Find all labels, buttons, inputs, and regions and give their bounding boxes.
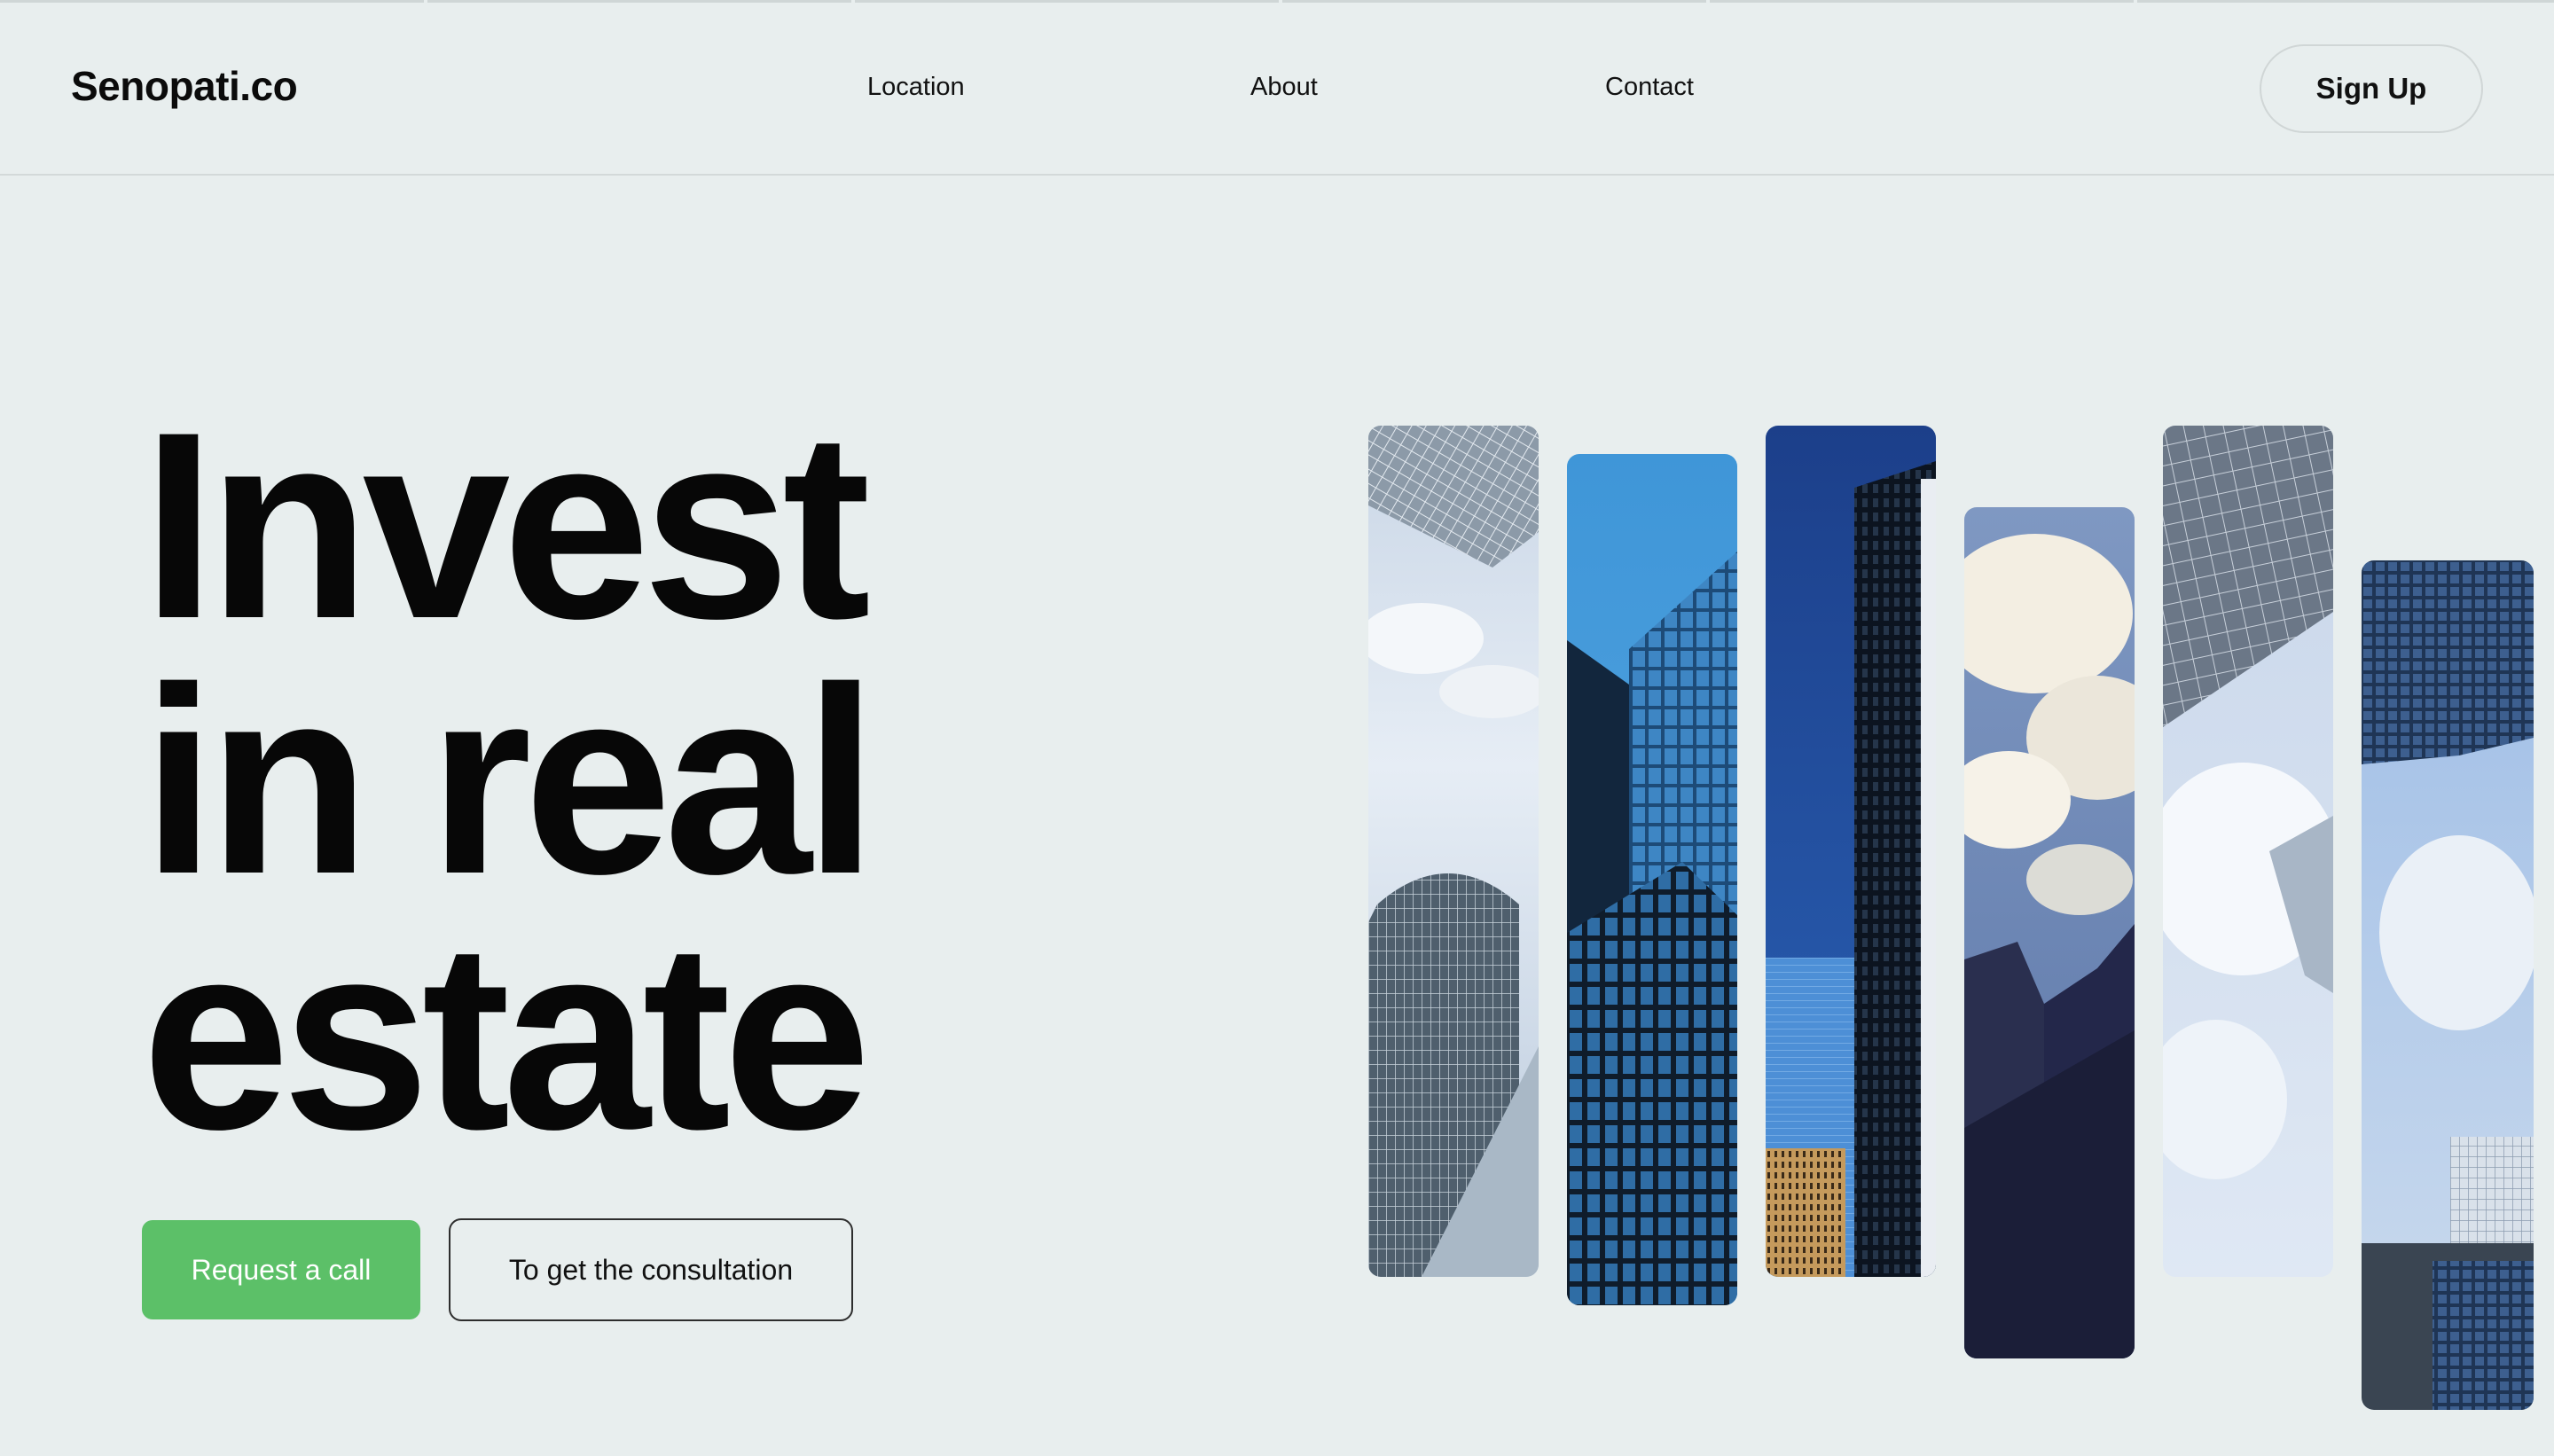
- sign-up-button[interactable]: Sign Up: [2260, 44, 2483, 133]
- site-header: Senopati.co Location About Contact Sign …: [0, 0, 2554, 176]
- building-image-4: [1964, 507, 2135, 1358]
- building-image-2: [1567, 454, 1737, 1305]
- logo[interactable]: Senopati.co: [71, 62, 298, 110]
- hero-title: Invest in real estate: [142, 376, 878, 1185]
- building-image-3: [1766, 426, 1936, 1277]
- building-image-5: [2163, 426, 2333, 1277]
- building-image-1: [1368, 426, 1539, 1277]
- building-image-6: [2362, 560, 2534, 1410]
- hero-title-line-2: in real: [142, 631, 878, 929]
- hero-title-line-1: Invest: [142, 376, 871, 674]
- hero-title-line-3: estate: [142, 887, 871, 1185]
- consultation-button[interactable]: To get the consultation: [449, 1218, 853, 1321]
- nav-link-about[interactable]: About: [1250, 73, 1318, 102]
- landing-page: Senopati.co Location About Contact Sign …: [0, 0, 2554, 1456]
- nav-link-location[interactable]: Location: [867, 73, 965, 102]
- nav-link-contact[interactable]: Contact: [1605, 73, 1694, 102]
- request-call-button[interactable]: Request a call: [142, 1220, 420, 1319]
